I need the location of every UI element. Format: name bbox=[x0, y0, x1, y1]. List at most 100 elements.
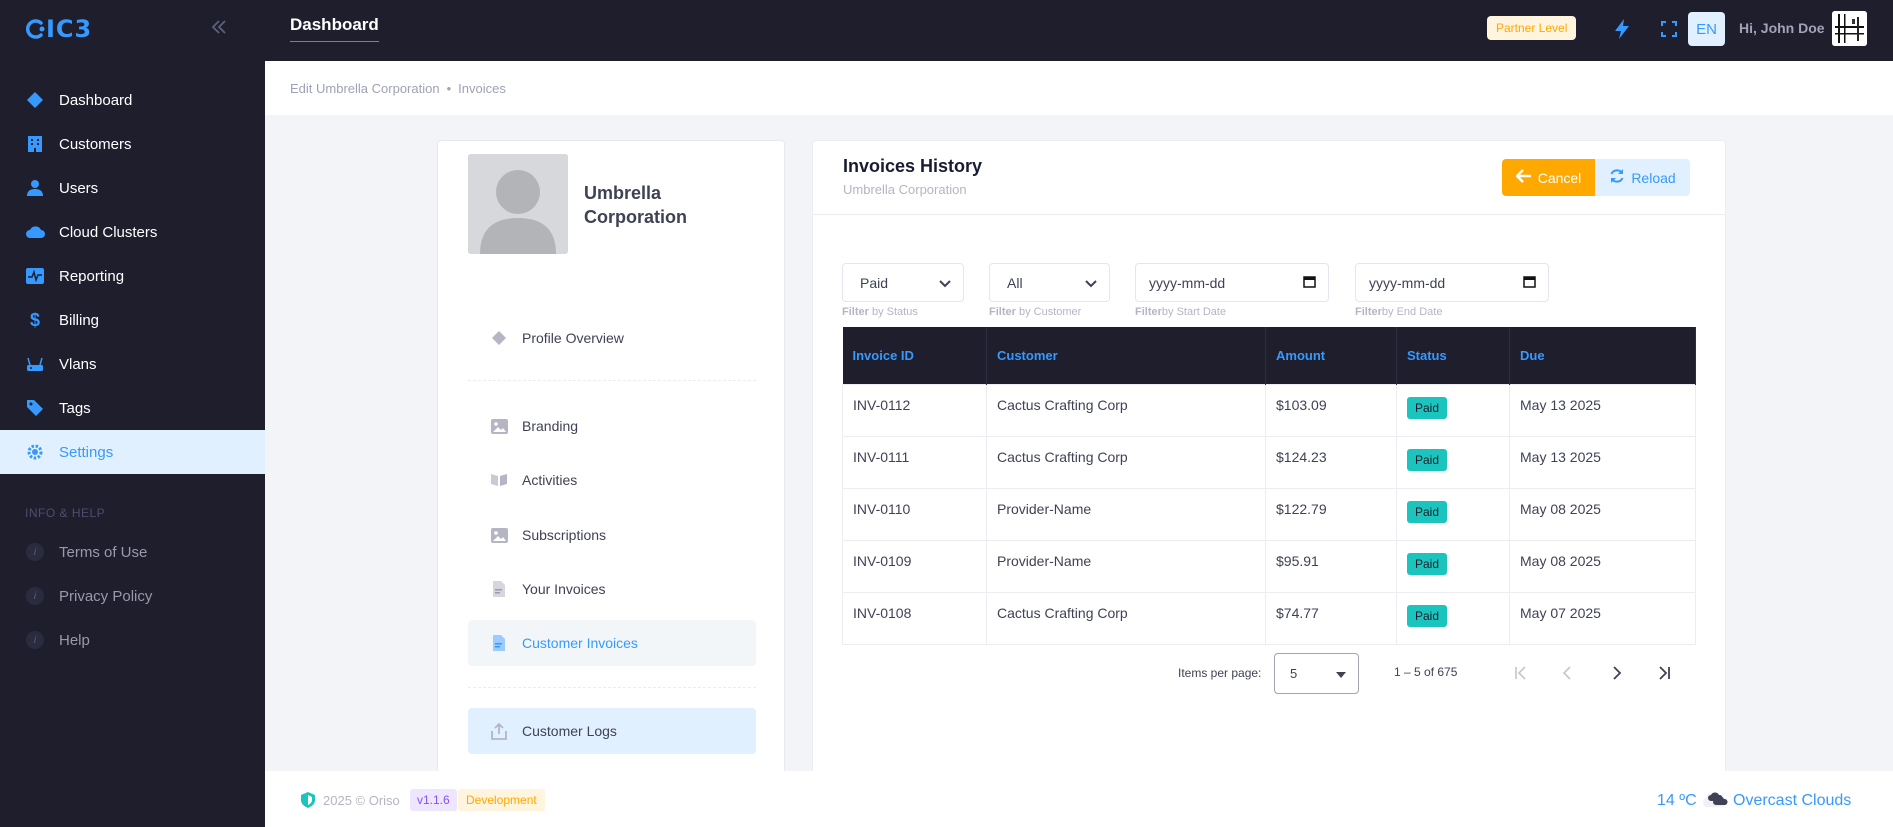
breadcrumb-current: Invoices bbox=[458, 81, 506, 96]
image-icon bbox=[490, 526, 508, 544]
sidebar-item-label: Users bbox=[59, 179, 99, 197]
table-row[interactable]: INV-0108 Cactus Crafting Corp $74.77 Pai… bbox=[842, 591, 1696, 645]
sidebar-item-customers[interactable]: Customers bbox=[0, 122, 265, 166]
section-title-info-help: INFO & HELP bbox=[25, 506, 106, 520]
calendar-icon bbox=[1523, 275, 1536, 291]
column-header-due[interactable]: Due bbox=[1509, 327, 1696, 384]
profile-avatar bbox=[468, 154, 568, 254]
language-button[interactable]: EN bbox=[1688, 12, 1725, 46]
subheader: Edit Umbrella Corporation • Invoices bbox=[265, 61, 1893, 115]
book-icon bbox=[490, 471, 508, 489]
breadcrumb: Edit Umbrella Corporation • Invoices bbox=[290, 81, 506, 96]
end-date-input[interactable]: yyyy-mm-dd bbox=[1355, 263, 1549, 302]
user-greeting[interactable]: Hi, John Doe bbox=[1739, 20, 1825, 36]
nav-item-branding[interactable]: Branding bbox=[468, 403, 756, 449]
profile-name: Umbrella Corporation bbox=[584, 183, 687, 227]
sidebar-item-label: Help bbox=[59, 631, 90, 649]
status-badge: Paid bbox=[1407, 552, 1448, 575]
cell-amount: $95.91 bbox=[1265, 539, 1397, 593]
nav-item-your-invoices[interactable]: Your Invoices bbox=[468, 566, 756, 612]
column-header-amount[interactable]: Amount bbox=[1265, 327, 1397, 384]
breadcrumb-parent[interactable]: Edit Umbrella Corporation bbox=[290, 81, 440, 96]
sidebar-item-users[interactable]: Users bbox=[0, 166, 265, 210]
tag-icon bbox=[25, 398, 45, 418]
sidebar-item-dashboard[interactable]: Dashboard bbox=[0, 78, 265, 122]
collapse-sidebar-icon[interactable] bbox=[210, 16, 228, 42]
sidebar-item-privacy[interactable]: i Privacy Policy bbox=[0, 574, 265, 618]
invoices-title: Invoices History bbox=[843, 156, 983, 176]
copyright: 2025 © Oriso bbox=[323, 793, 400, 808]
top-header: Dashboard Partner Level EN Hi, John Doe bbox=[265, 0, 1893, 61]
nav-item-label: Subscriptions bbox=[522, 527, 607, 543]
last-page-icon[interactable] bbox=[1652, 661, 1676, 685]
next-page-icon[interactable] bbox=[1604, 661, 1628, 685]
lightning-icon[interactable] bbox=[1610, 17, 1634, 41]
items-per-page-select[interactable]: 5 bbox=[1274, 653, 1359, 694]
nav-item-label: Branding bbox=[522, 418, 579, 434]
upload-icon bbox=[490, 722, 508, 740]
sidebar-item-help[interactable]: i Help bbox=[0, 618, 265, 662]
cell-invoice-id: INV-0112 bbox=[842, 383, 987, 437]
table-row[interactable]: INV-0111 Cactus Crafting Corp $124.23 Pa… bbox=[842, 435, 1696, 489]
nav-item-customer-invoices[interactable]: Customer Invoices bbox=[468, 620, 756, 666]
status-badge: Paid bbox=[1407, 396, 1448, 419]
column-header-status[interactable]: Status bbox=[1396, 327, 1510, 384]
sidebar-item-billing[interactable]: $ Billing bbox=[0, 298, 265, 342]
sidebar-item-reporting[interactable]: Reporting bbox=[0, 254, 265, 298]
sidebar: IC3 Dashboard Customers Users Cloud Clus… bbox=[0, 0, 265, 827]
cell-customer: Provider-Name bbox=[986, 487, 1266, 541]
nav-item-customer-logs[interactable]: Customer Logs bbox=[468, 708, 756, 754]
column-header-invoice-id[interactable]: Invoice ID bbox=[842, 327, 987, 384]
info-icon: i bbox=[25, 586, 45, 606]
cell-due: May 13 2025 bbox=[1509, 383, 1696, 437]
table-row[interactable]: INV-0112 Cactus Crafting Corp $103.09 Pa… bbox=[842, 383, 1696, 437]
start-date-input[interactable]: yyyy-mm-dd bbox=[1135, 263, 1329, 302]
nav-item-activities[interactable]: Activities bbox=[468, 457, 756, 503]
cell-customer: Cactus Crafting Corp bbox=[986, 435, 1266, 489]
end-date-hint: Filterby End Date bbox=[1355, 306, 1443, 318]
cell-status: Paid bbox=[1396, 539, 1510, 593]
page-title[interactable]: Dashboard bbox=[290, 15, 379, 42]
customer-filter-select[interactable]: All bbox=[989, 263, 1110, 302]
diamond-icon bbox=[490, 329, 508, 347]
reload-button[interactable]: Reload bbox=[1595, 159, 1690, 196]
profile-card: Umbrella Corporation Profile Overview Br… bbox=[437, 140, 785, 827]
cell-status: Paid bbox=[1396, 383, 1510, 437]
paginator: Items per page: 5 1 – 5 of 675 bbox=[813, 653, 1725, 694]
nav-item-label: Your Invoices bbox=[522, 581, 606, 597]
sidebar-item-label: Settings bbox=[59, 443, 114, 461]
status-filter-value: Paid bbox=[860, 274, 889, 291]
cell-status: Paid bbox=[1396, 591, 1510, 645]
sidebar-item-tags[interactable]: Tags bbox=[0, 386, 265, 430]
caret-down-icon bbox=[1336, 666, 1346, 681]
document-icon bbox=[490, 580, 508, 598]
gear-icon bbox=[25, 442, 45, 462]
fullscreen-icon[interactable] bbox=[1657, 17, 1681, 41]
sidebar-item-cloud-clusters[interactable]: Cloud Clusters bbox=[0, 210, 265, 254]
invoices-table: Invoice ID Customer Amount Status Due IN… bbox=[842, 327, 1696, 645]
status-filter-select[interactable]: Paid bbox=[842, 263, 964, 302]
cell-due: May 08 2025 bbox=[1509, 539, 1696, 593]
nav-item-subscriptions[interactable]: Subscriptions bbox=[468, 512, 756, 558]
first-page-icon[interactable] bbox=[1509, 661, 1533, 685]
sidebar-item-label: Terms of Use bbox=[59, 543, 148, 561]
column-header-customer[interactable]: Customer bbox=[986, 327, 1266, 384]
nav-item-profile-overview[interactable]: Profile Overview bbox=[468, 315, 756, 361]
cancel-button[interactable]: Cancel bbox=[1502, 159, 1595, 196]
logo[interactable]: IC3 bbox=[24, 14, 92, 44]
avatar[interactable] bbox=[1832, 11, 1867, 46]
cell-amount: $124.23 bbox=[1265, 435, 1397, 489]
table-row[interactable]: INV-0110 Provider-Name $122.79 Paid May … bbox=[842, 487, 1696, 541]
logo-text: IC3 bbox=[46, 15, 93, 43]
previous-page-icon[interactable] bbox=[1556, 661, 1580, 685]
sidebar-item-settings[interactable]: Settings bbox=[0, 430, 265, 474]
sidebar-item-vlans[interactable]: Vlans bbox=[0, 342, 265, 386]
nav-item-label: Customer Invoices bbox=[522, 635, 638, 651]
sidebar-item-terms[interactable]: i Terms of Use bbox=[0, 530, 265, 574]
chevron-down-icon bbox=[1085, 275, 1097, 291]
cell-invoice-id: INV-0108 bbox=[842, 591, 987, 645]
sidebar-item-label: Tags bbox=[59, 399, 91, 417]
items-per-page-value: 5 bbox=[1290, 666, 1298, 681]
table-row[interactable]: INV-0109 Provider-Name $95.91 Paid May 0… bbox=[842, 539, 1696, 593]
sidebar-item-label: Vlans bbox=[59, 355, 97, 373]
